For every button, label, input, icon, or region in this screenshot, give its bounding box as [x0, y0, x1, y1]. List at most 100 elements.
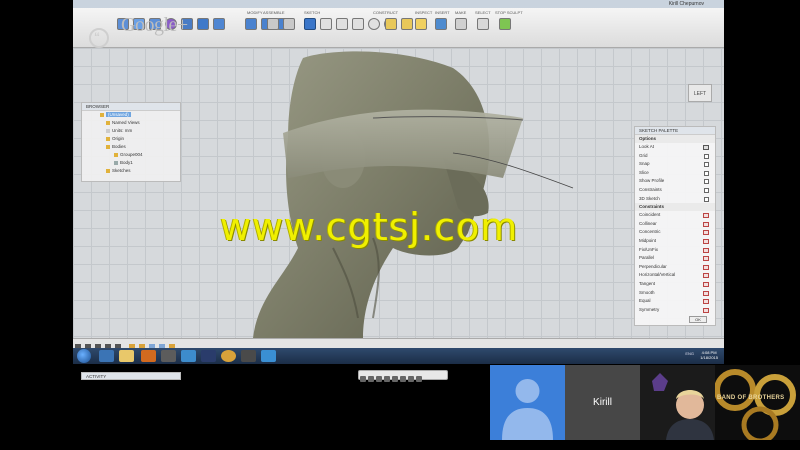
option-slice[interactable]: Slice: [635, 169, 715, 178]
palette-ok-button[interactable]: OK: [689, 316, 707, 323]
chrome-icon[interactable]: [221, 350, 236, 362]
user-name[interactable]: Kirill Chepurnov: [669, 0, 704, 8]
checkbox[interactable]: [704, 196, 709, 202]
constraint-tangent[interactable]: Tangent: [635, 280, 715, 289]
face-icon[interactable]: [213, 18, 225, 30]
browser-item-origin[interactable]: Origin: [82, 135, 180, 143]
palette-section-constraints[interactable]: Constraints: [635, 203, 715, 212]
constraint-perpendicular[interactable]: Perpendicular: [635, 263, 715, 272]
browser-item-named-views[interactable]: Named Views: [82, 119, 180, 127]
viewcube[interactable]: LEFT: [688, 84, 712, 102]
look-at-icon[interactable]: [703, 145, 709, 150]
checkbox[interactable]: [704, 162, 709, 168]
concentric-icon[interactable]: [703, 230, 709, 236]
measure-icon[interactable]: [415, 18, 427, 30]
start-button[interactable]: [77, 349, 91, 363]
perpendicular-icon[interactable]: [703, 264, 709, 270]
look-at-icon[interactable]: [368, 376, 374, 382]
finish-sculpt-icon[interactable]: [499, 18, 511, 30]
browser-item-sketches[interactable]: Sketches: [82, 167, 180, 175]
browser-panel: BROWSER (Unsaved) Named Views Units: mm …: [81, 102, 181, 182]
participant-tile[interactable]: [640, 365, 715, 440]
toolbar-label-modify: MODIFY: [247, 10, 263, 15]
pan-icon[interactable]: [376, 376, 382, 382]
orbit-icon[interactable]: [360, 376, 366, 382]
explorer-icon[interactable]: [119, 350, 134, 362]
midpoint-icon[interactable]: [703, 238, 709, 244]
print-3d-icon[interactable]: [455, 18, 467, 30]
participant-tile[interactable]: Kirill: [565, 365, 640, 440]
participant-tile[interactable]: BAND OF BROTHERS: [715, 365, 800, 440]
fusion-360-icon[interactable]: [141, 350, 156, 362]
select-icon[interactable]: [477, 18, 489, 30]
toolbar-label-insert: INSERT: [435, 10, 450, 15]
checkbox[interactable]: [704, 153, 709, 159]
timeline: [73, 338, 724, 350]
as-built-joint-icon[interactable]: [283, 18, 295, 30]
fix-icon[interactable]: [703, 247, 709, 253]
plane-icon[interactable]: [197, 18, 209, 30]
option-3d-sketch[interactable]: 3D Sketch: [635, 195, 715, 204]
checkbox[interactable]: [704, 187, 709, 193]
collinear-icon[interactable]: [703, 221, 709, 227]
constraint-equal[interactable]: Equal: [635, 297, 715, 306]
sculpt-model[interactable]: [73, 48, 724, 338]
app-icon[interactable]: [181, 350, 196, 362]
grid-settings-icon[interactable]: [408, 376, 414, 382]
photoshop-icon[interactable]: [201, 350, 216, 362]
browser-item-group[interactable]: Groupe004: [82, 151, 180, 159]
browser-title[interactable]: BROWSER: [82, 103, 180, 111]
option-constraints[interactable]: Constraints: [635, 186, 715, 195]
browser-item-bodies[interactable]: Bodies: [82, 143, 180, 151]
parallel-icon[interactable]: [703, 256, 709, 262]
symmetry-icon[interactable]: [703, 307, 709, 313]
smooth-icon[interactable]: [703, 290, 709, 296]
rectangle-icon[interactable]: [352, 18, 364, 30]
media-icon[interactable]: [241, 350, 256, 362]
browser-item-body[interactable]: Body1: [82, 159, 180, 167]
constraint-smooth[interactable]: Smooth: [635, 289, 715, 298]
zoom-icon[interactable]: [384, 376, 390, 382]
option-grid[interactable]: Grid: [635, 152, 715, 161]
checkbox[interactable]: [704, 179, 709, 185]
line-icon[interactable]: [336, 18, 348, 30]
system-tray[interactable]: ENG: [685, 351, 694, 356]
browser-item-units[interactable]: Units: mm: [82, 127, 180, 135]
fit-icon[interactable]: [392, 376, 398, 382]
joint-icon[interactable]: [267, 18, 279, 30]
horizontal-vertical-icon[interactable]: [703, 273, 709, 279]
clock[interactable]: 4:08 PM 1/18/2015: [700, 350, 718, 360]
edit-form-icon[interactable]: [245, 18, 257, 30]
option-look-at[interactable]: Look At: [635, 143, 715, 152]
tangent-icon[interactable]: [703, 281, 709, 287]
option-show-profile[interactable]: Show Profile: [635, 177, 715, 186]
display-settings-icon[interactable]: [400, 376, 406, 382]
design-canvas[interactable]: LEFT BROWSER (Unsaved) Named Views Units…: [73, 48, 724, 382]
palette-section-options[interactable]: Options: [635, 135, 715, 143]
participant-tile[interactable]: [490, 365, 565, 440]
browser-item-root[interactable]: (Unsaved): [82, 111, 180, 119]
palette-title[interactable]: SKETCH PALETTE: [635, 127, 715, 135]
constraint-collinear[interactable]: Collinear: [635, 220, 715, 229]
skype-icon[interactable]: [261, 350, 276, 362]
constraint-parallel[interactable]: Parallel: [635, 254, 715, 263]
checkbox[interactable]: [704, 170, 709, 176]
constraint-concentric[interactable]: Concentric: [635, 228, 715, 237]
spline-icon[interactable]: [320, 18, 332, 30]
constraint-horizontal-vertical[interactable]: Horizontal/Vertical: [635, 271, 715, 280]
zbrush-icon[interactable]: [161, 350, 176, 362]
constraint-symmetry[interactable]: Symmetry: [635, 306, 715, 315]
toolbar-group-stop-sculpt[interactable]: STOP SCULPT: [493, 8, 533, 48]
equal-icon[interactable]: [703, 299, 709, 305]
constraint-coincident[interactable]: Coincident: [635, 211, 715, 220]
activity-panel[interactable]: ACTIVITY: [81, 372, 181, 380]
option-snap[interactable]: Snap: [635, 160, 715, 169]
insert-image-icon[interactable]: [435, 18, 447, 30]
constraint-midpoint[interactable]: Midpoint: [635, 237, 715, 246]
sketch-icon[interactable]: [304, 18, 316, 30]
offset-plane-icon[interactable]: [385, 18, 397, 30]
viewports-icon[interactable]: [416, 376, 422, 382]
coincident-icon[interactable]: [703, 213, 709, 219]
constraint-fix[interactable]: Fix/UnFix: [635, 246, 715, 255]
ie-icon[interactable]: [99, 350, 114, 362]
